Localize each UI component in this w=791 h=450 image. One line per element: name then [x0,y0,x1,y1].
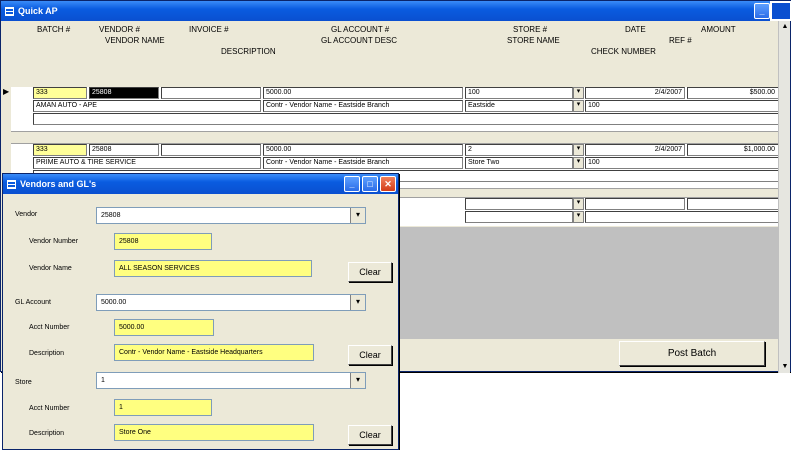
invoice-cell[interactable] [161,144,261,156]
gl-account-cell[interactable]: 5000.00 [263,87,463,99]
maximize-button[interactable]: □ [362,176,378,192]
record-separator [11,131,780,144]
quick-ap-titlebar[interactable]: Quick AP _ □ [1,1,790,21]
record-selector-icon[interactable]: ▶ [3,87,9,96]
ref-dropdown-icon[interactable]: ▾ [573,100,584,112]
header-ref: REF # [669,36,692,45]
amount-cell[interactable] [687,198,779,210]
acct-number-label: Acct Number [29,324,70,331]
check-number-cell[interactable] [585,211,779,223]
gl-desc-cell: Contr - Vendor Name - Eastside Branch [263,157,463,169]
store-description-field[interactable]: Store One [114,424,314,441]
vendor-number-label: Vendor Number [29,238,79,245]
header-invoice: INVOICE # [189,25,229,34]
check-number-cell[interactable]: 100 [585,157,779,169]
store-description-label: Description [29,430,65,437]
invoice-cell[interactable] [161,87,261,99]
header-check-number: CHECK NUMBER [591,47,656,56]
amount-cell[interactable]: $500.00 [687,87,779,99]
header-date: DATE [625,25,646,34]
store-combo[interactable]: 1 ▾ [96,372,366,389]
clear-gl-button[interactable]: Clear [348,345,392,365]
chevron-down-icon[interactable]: ▾ [350,373,365,388]
close-button[interactable]: ✕ [380,176,396,192]
vendor-name-cell: PRIME AUTO & TIRE SERVICE [33,157,261,169]
gl-account-combo-value: 5000.00 [101,299,127,306]
header-vendor-num: VENDOR # [99,25,140,34]
date-cell[interactable]: 2/4/2007 [585,144,685,156]
header-gl-account: GL ACCOUNT # [331,25,390,34]
close-button-partial[interactable] [770,1,791,21]
store-combo-value: 1 [101,377,105,384]
store-label: Store [15,379,32,386]
header-description: DESCRIPTION [221,47,276,56]
gl-account-cell[interactable]: 5000.00 [263,144,463,156]
date-cell[interactable]: 2/4/2007 [585,87,685,99]
amount-cell[interactable]: $1,000.00 [687,144,779,156]
vendor-name-label: Vendor Name [29,265,72,272]
store-cell[interactable]: 2 [465,144,573,156]
vendor-name-cell: AMAN AUTO - APE [33,100,261,112]
store-acct-number-field[interactable]: 1 [114,399,212,416]
chevron-down-icon[interactable]: ▾ [350,295,365,310]
clear-store-button[interactable]: Clear [348,425,392,445]
store-cell[interactable] [465,198,573,210]
store-name-cell: Store Two [465,157,573,169]
store-acct-number-label: Acct Number [29,405,70,412]
quick-ap-title: Quick AP [18,6,58,16]
acct-number-field[interactable]: 5000.00 [114,319,214,336]
vendor-cell[interactable]: 25808 [89,144,159,156]
vendors-gl-titlebar[interactable]: Vendors and GL's _ □ ✕ [3,174,398,194]
vendor-name-field[interactable]: ALL SEASON SERVICES [114,260,312,277]
form-icon [7,179,16,189]
batch-cell[interactable]: 333 [33,87,87,99]
scroll-up-icon[interactable]: ▲ [779,21,791,33]
vendor-number-field[interactable]: 25808 [114,233,212,250]
vendors-gl-title: Vendors and GL's [20,179,97,189]
batch-cell[interactable]: 333 [33,144,87,156]
vendor-cell[interactable]: 25808 [89,87,159,99]
header-gl-account-desc: GL ACCOUNT DESC [321,36,398,45]
vertical-scrollbar[interactable]: ▲ ▼ [778,21,790,373]
vendor-combo-value: 25808 [101,212,121,219]
post-batch-button[interactable]: Post Batch [619,341,765,366]
description-label: Description [29,350,65,357]
check-number-cell[interactable]: 100 [585,100,779,112]
chevron-down-icon[interactable]: ▾ [350,208,365,223]
form-icon [5,6,14,16]
header-store-name: STORE NAME [507,36,560,45]
gl-account-combo[interactable]: 5000.00 ▾ [96,294,366,311]
gl-account-label: GL Account [15,299,51,306]
clear-vendor-button[interactable]: Clear [348,262,392,282]
store-dropdown-icon[interactable]: ▾ [573,144,584,156]
vendor-combo[interactable]: 25808 ▾ [96,207,366,224]
ref-dropdown-icon[interactable]: ▾ [573,157,584,169]
minimize-button[interactable]: _ [344,176,360,192]
vendor-label: Vendor [15,211,38,218]
record-1: ▶ 333 25808 5000.00 100 ▾ 2/4/2007 $500.… [3,87,780,131]
date-cell[interactable] [585,198,685,210]
header-batch: BATCH # [37,25,71,34]
store-dropdown-icon[interactable]: ▾ [573,198,584,210]
minimize-button[interactable]: _ [754,3,770,19]
store-name-cell: Eastside [465,100,573,112]
store-cell[interactable]: 100 [465,87,573,99]
store-name-cell [465,211,573,223]
scroll-down-icon[interactable]: ▼ [779,361,791,373]
header-vendor-name: VENDOR NAME [105,36,165,45]
header-store-num: STORE # [513,25,548,34]
description-cell[interactable] [33,113,779,125]
ref-dropdown-icon[interactable]: ▾ [573,211,584,223]
header-amount: AMOUNT [701,25,736,34]
store-dropdown-icon[interactable]: ▾ [573,87,584,99]
vendors-gl-window: Vendors and GL's _ □ ✕ Vendor 25808 ▾ Ve… [2,173,399,450]
gl-description-field[interactable]: Contr - Vendor Name - Eastside Headquart… [114,344,314,361]
gl-desc-cell: Contr - Vendor Name - Eastside Branch [263,100,463,112]
